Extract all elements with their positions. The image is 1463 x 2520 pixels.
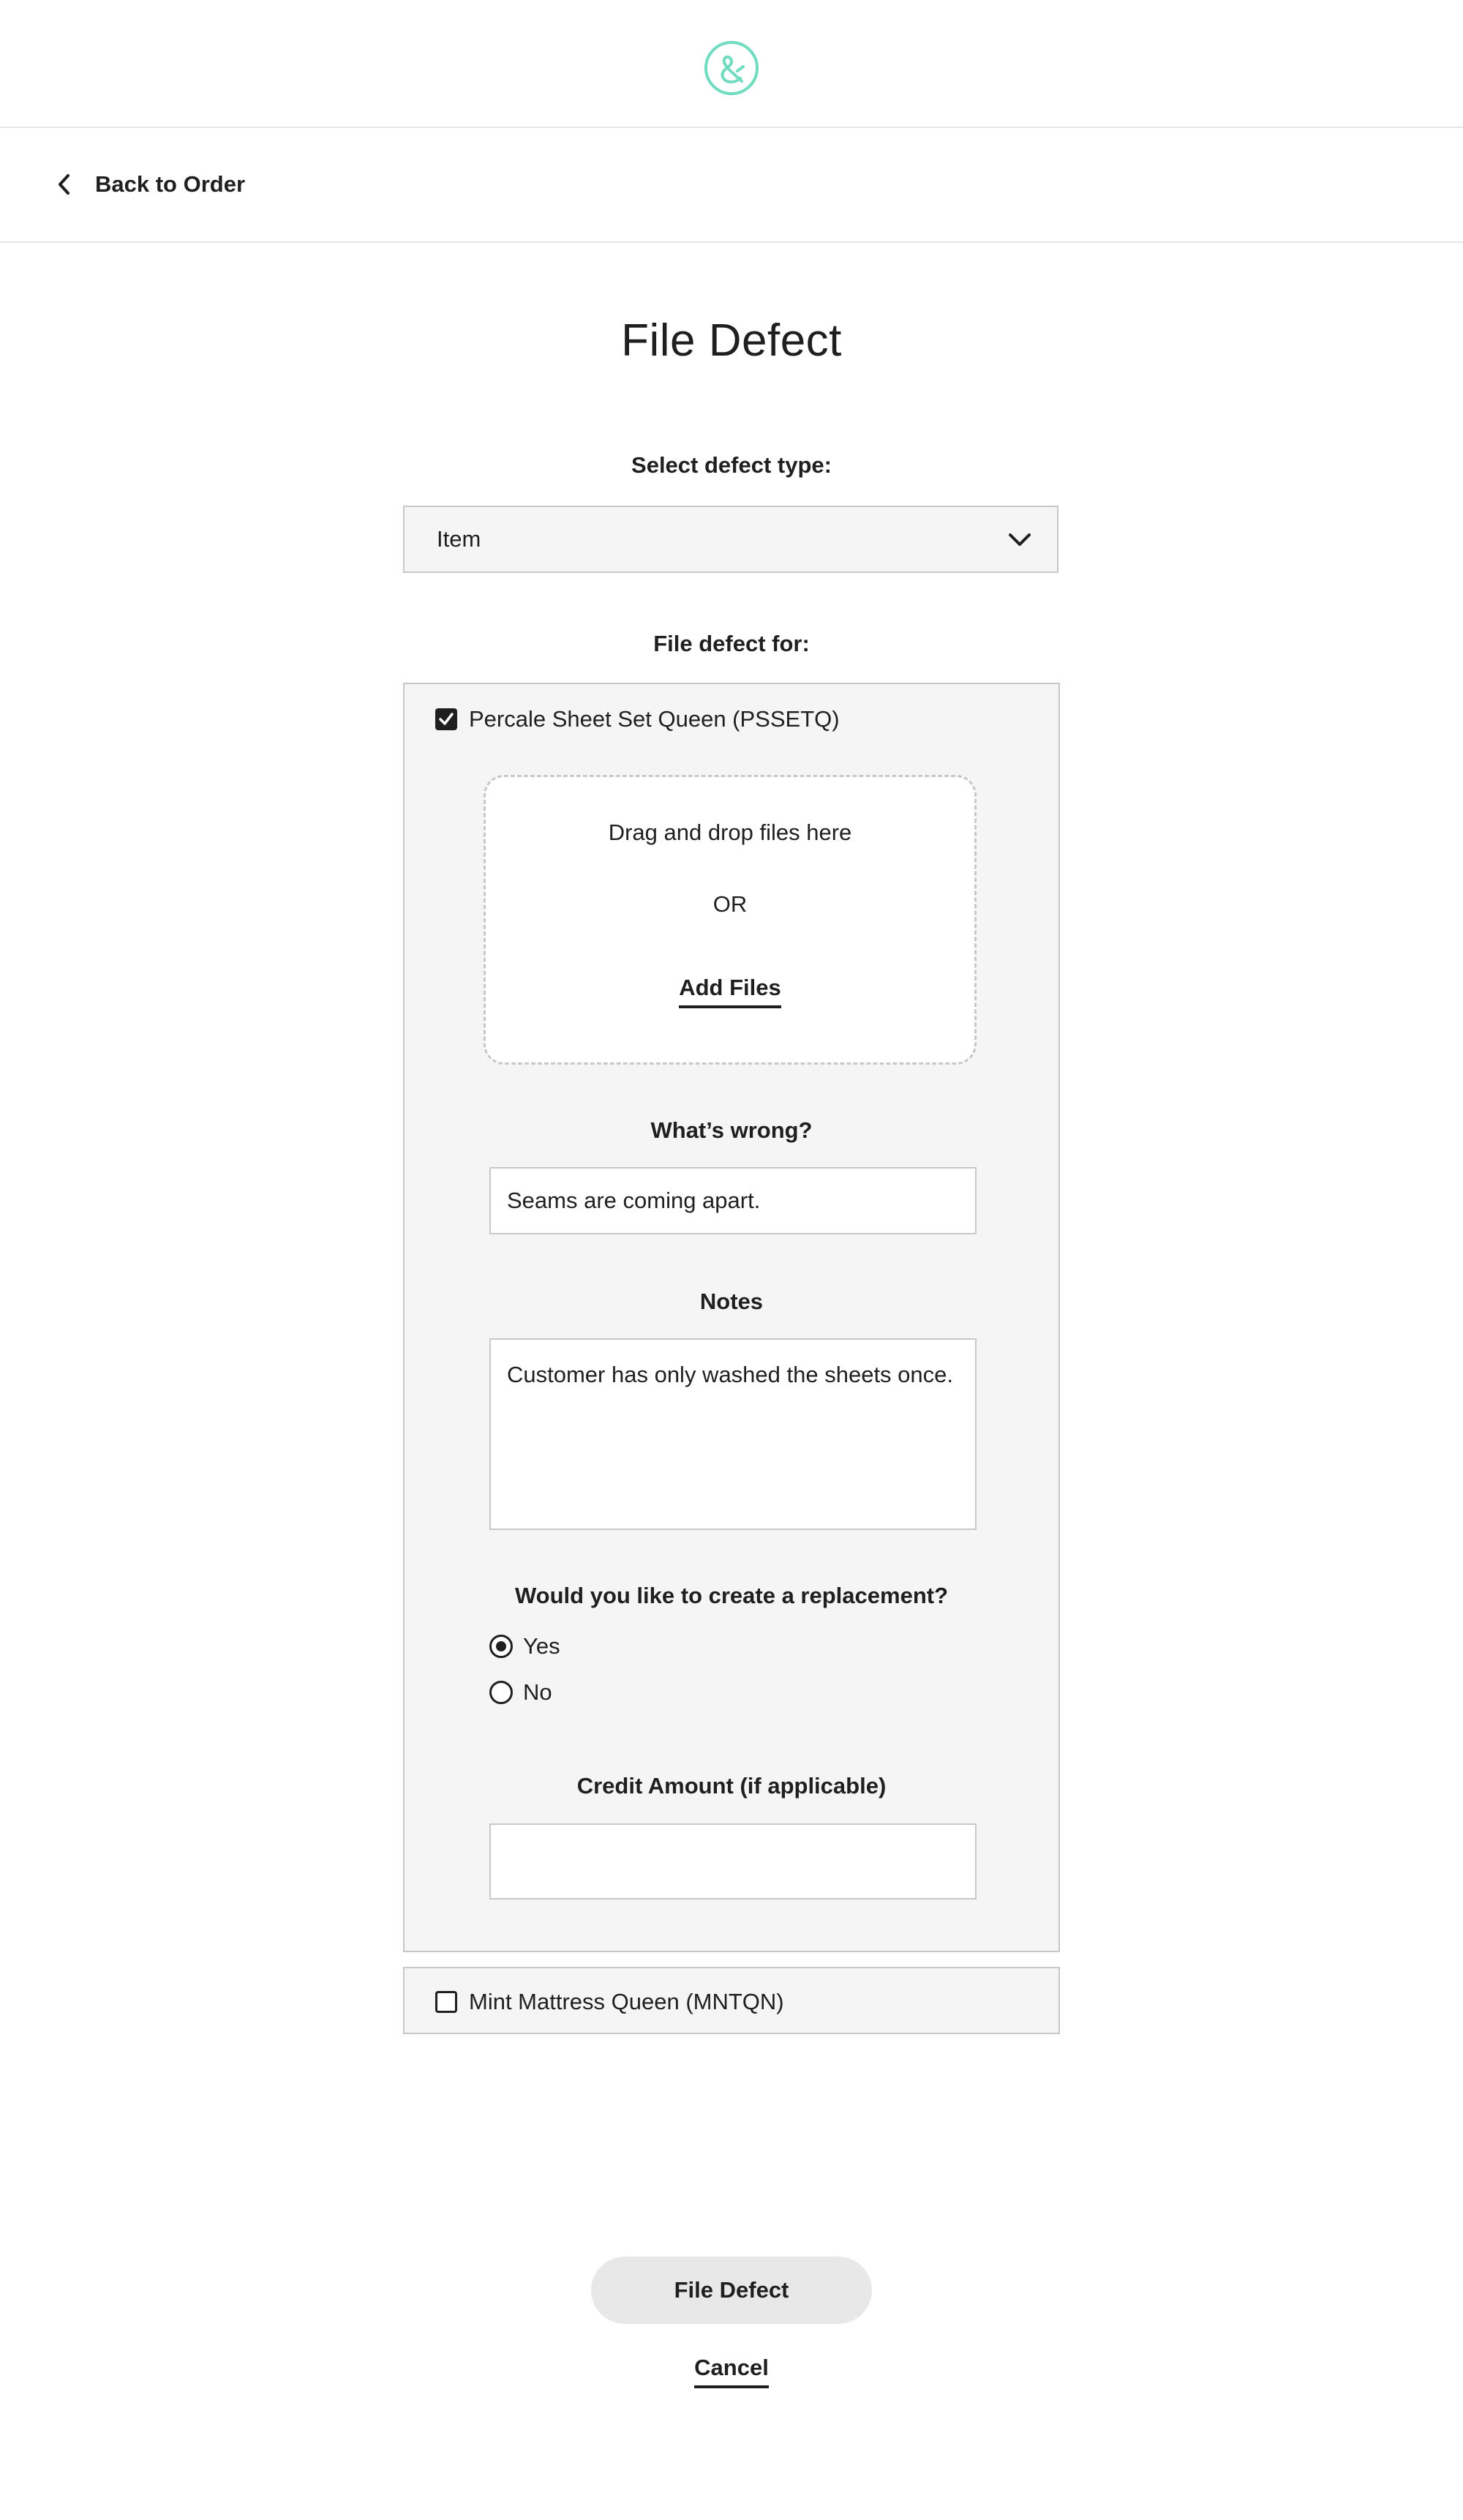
cancel-link[interactable]: Cancel [694, 2355, 769, 2388]
radio-no[interactable] [489, 1681, 513, 1704]
defect-item-panel-collapsed: Mint Mattress Queen (MNTQN) [403, 1967, 1060, 2034]
add-files-link[interactable]: Add Files [679, 975, 781, 1008]
item-name: Percale Sheet Set Queen (PSSETQ) [469, 706, 840, 732]
file-defect-button[interactable]: File Defect [591, 2257, 872, 2324]
back-bar: Back to Order [0, 128, 1463, 243]
radio-selected-dot [496, 1641, 506, 1651]
item-checkbox[interactable] [435, 708, 457, 730]
defect-type-label: Select defect type: [631, 452, 832, 478]
defect-type-select[interactable]: Item [403, 506, 1058, 573]
chevron-left-icon [59, 174, 69, 195]
chevron-down-icon [1009, 533, 1031, 546]
back-to-order-link[interactable]: Back to Order [54, 165, 245, 204]
replacement-question: Would you like to create a replacement? [514, 1583, 949, 1608]
whats-wrong-input[interactable] [489, 1167, 977, 1234]
notes-textarea[interactable]: Customer has only washed the sheets once… [489, 1338, 977, 1530]
checkmark-icon [439, 713, 454, 725]
dropzone-or-text: OR [712, 891, 748, 917]
replacement-no-option[interactable]: No [489, 1679, 552, 1706]
back-to-order-label: Back to Order [95, 171, 246, 197]
notes-label: Notes [699, 1289, 764, 1314]
radio-yes-label: Yes [523, 1633, 560, 1659]
replacement-yes-option[interactable]: Yes [489, 1633, 560, 1660]
radio-yes[interactable] [489, 1635, 513, 1658]
file-defect-for-label: File defect for: [653, 631, 810, 656]
add-files-wrap: Add Files [486, 975, 974, 1008]
defect-type-value: Item [437, 526, 481, 552]
dropzone-text: Drag and drop files here [608, 820, 852, 845]
item-checkbox-row[interactable]: Mint Mattress Queen (MNTQN) [435, 1989, 784, 2015]
page-title: File Defect [621, 315, 842, 366]
cancel-wrap: Cancel [0, 2355, 1463, 2388]
radio-no-label: No [523, 1679, 552, 1705]
item-checkbox-row[interactable]: Percale Sheet Set Queen (PSSETQ) [435, 706, 840, 732]
credit-amount-input[interactable] [489, 1823, 977, 1900]
file-dropzone[interactable]: Drag and drop files here OR Add Files [484, 775, 977, 1065]
item-checkbox[interactable] [435, 1991, 457, 2013]
ampersand-logo-icon[interactable] [704, 40, 759, 96]
whats-wrong-label: What’s wrong? [650, 1117, 813, 1143]
item-name: Mint Mattress Queen (MNTQN) [469, 1989, 784, 2014]
credit-amount-label: Credit Amount (if applicable) [576, 1773, 887, 1799]
top-bar [0, 0, 1463, 128]
defect-item-panel: Percale Sheet Set Queen (PSSETQ) Drag an… [403, 683, 1060, 1952]
